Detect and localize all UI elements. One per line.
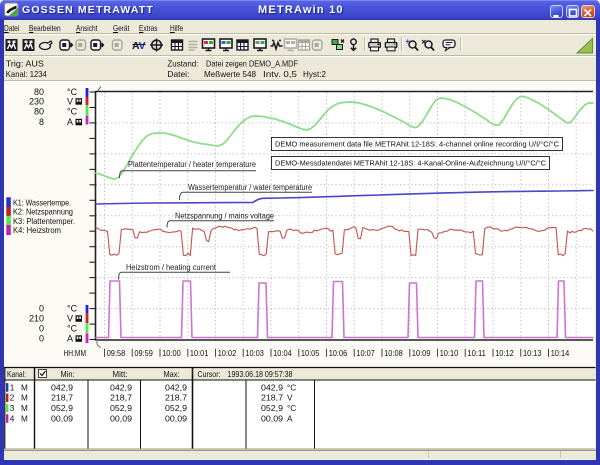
- svg-text:042,9: 042,9: [165, 383, 187, 392]
- svg-text:Min:: Min:: [61, 370, 75, 379]
- svg-text:10:14: 10:14: [551, 349, 570, 358]
- svg-text:2: 2: [10, 394, 15, 403]
- svg-text:A: A: [67, 334, 73, 344]
- svg-text:10:11: 10:11: [467, 349, 486, 358]
- svg-text:0: 0: [39, 324, 44, 334]
- svg-text:052,9: 052,9: [261, 404, 283, 413]
- svg-text:10:08: 10:08: [384, 349, 403, 358]
- svg-text:218,7: 218,7: [51, 394, 73, 403]
- svg-text:Datei zeigen DEMO_A.MDF: Datei zeigen DEMO_A.MDF: [206, 59, 298, 68]
- svg-text:V: V: [67, 314, 73, 324]
- svg-text:Zustand:: Zustand:: [167, 59, 198, 68]
- svg-text:HH:MM: HH:MM: [64, 349, 87, 358]
- svg-text:10:07: 10:07: [356, 349, 375, 358]
- svg-text:Heizstrom / heating current: Heizstrom / heating current: [126, 263, 217, 272]
- svg-text:230: 230: [29, 96, 44, 106]
- svg-text:10:06: 10:06: [329, 349, 348, 358]
- svg-text:210: 210: [29, 314, 44, 324]
- svg-text:M: M: [21, 383, 28, 392]
- svg-text:Datei:: Datei:: [167, 70, 189, 79]
- svg-text:Kanal:: Kanal:: [7, 370, 26, 379]
- svg-text:10:03: 10:03: [245, 349, 264, 358]
- svg-text:052,9: 052,9: [165, 404, 187, 413]
- svg-text:10:00: 10:00: [162, 349, 181, 358]
- svg-text:°C: °C: [67, 324, 78, 334]
- svg-text:10:10: 10:10: [440, 349, 459, 358]
- svg-text:V: V: [287, 394, 293, 403]
- svg-text:00,09: 00,09: [51, 414, 73, 423]
- svg-text:8: 8: [39, 117, 44, 127]
- svg-text:M: M: [21, 394, 28, 403]
- svg-text:Hyst:2: Hyst:2: [303, 70, 326, 79]
- svg-text:0: 0: [39, 304, 44, 314]
- svg-text:V: V: [67, 96, 73, 106]
- svg-text:10:02: 10:02: [218, 349, 237, 358]
- svg-text:218,7: 218,7: [110, 394, 132, 403]
- svg-text:052,9: 052,9: [110, 404, 132, 413]
- svg-text:Cursor:: Cursor:: [198, 370, 221, 379]
- svg-text:10:09: 10:09: [412, 349, 431, 358]
- svg-text:Trig: AUS: Trig: AUS: [6, 59, 45, 68]
- svg-text:10:13: 10:13: [523, 349, 542, 358]
- svg-text:Plattentemperatur / heater tem: Plattentemperatur / heater temperature: [128, 160, 256, 169]
- svg-text:4: 4: [10, 414, 15, 423]
- svg-text:10:12: 10:12: [495, 349, 514, 358]
- svg-text:Mitt:: Mitt:: [113, 370, 128, 379]
- svg-text:1: 1: [10, 383, 15, 392]
- svg-text:A: A: [67, 117, 73, 127]
- svg-text:DEMO-Messdatendatei METRAhit 1: DEMO-Messdatendatei METRAhit 12-18S: 4-K…: [275, 159, 546, 168]
- svg-text:09:58: 09:58: [107, 349, 126, 358]
- svg-text:042,9: 042,9: [110, 383, 132, 392]
- svg-text:10:05: 10:05: [301, 349, 320, 358]
- svg-text:0: 0: [39, 334, 44, 344]
- svg-text:M: M: [21, 404, 28, 413]
- svg-text:218,7: 218,7: [165, 394, 187, 403]
- svg-text:Meßwerte 548: Meßwerte 548: [204, 70, 256, 79]
- svg-text:042,9: 042,9: [51, 383, 73, 392]
- svg-text:218,7: 218,7: [261, 394, 283, 403]
- svg-text:042,9: 042,9: [261, 383, 283, 392]
- svg-text:°C: °C: [67, 304, 78, 314]
- svg-text:09:59: 09:59: [134, 349, 153, 358]
- svg-text:°C: °C: [287, 383, 296, 392]
- svg-text:Intv. 0,5: Intv. 0,5: [263, 70, 298, 79]
- svg-text:1993.06.18 09:57:38: 1993.06.18 09:57:38: [228, 370, 293, 379]
- svg-text:10:04: 10:04: [273, 349, 292, 358]
- svg-text:°C: °C: [67, 107, 78, 117]
- svg-text:A: A: [287, 414, 293, 423]
- svg-text:00,09: 00,09: [261, 414, 283, 423]
- svg-text:3: 3: [10, 404, 15, 413]
- svg-text:052,9: 052,9: [51, 404, 73, 413]
- svg-text:Wassertemperatur / water tempe: Wassertemperatur / water temperature: [188, 183, 312, 192]
- svg-text:00,09: 00,09: [165, 414, 187, 423]
- svg-text:80: 80: [34, 107, 44, 117]
- svg-text:°C: °C: [287, 404, 296, 413]
- svg-text:00,09: 00,09: [110, 414, 132, 423]
- svg-text:10:01: 10:01: [190, 349, 209, 358]
- svg-text:Netzspannung / mains voltage: Netzspannung / mains voltage: [175, 212, 274, 221]
- svg-text:V: V: [139, 40, 146, 52]
- svg-text:M: M: [21, 414, 28, 423]
- svg-text:DEMO measurement data file MET: DEMO measurement data file METRAhit 12-1…: [275, 140, 560, 149]
- svg-text:Max:: Max:: [164, 370, 180, 379]
- svg-text:K4: Heizstrom: K4: Heizstrom: [13, 225, 61, 235]
- svg-text:Kanal: 1234: Kanal: 1234: [6, 70, 47, 79]
